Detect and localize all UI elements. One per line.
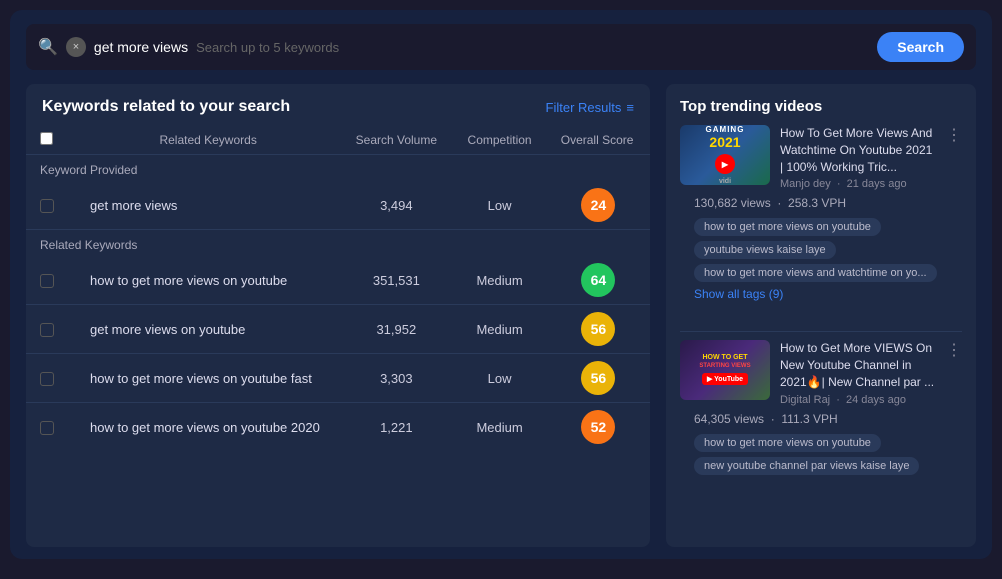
clear-search-button[interactable]: × <box>66 37 86 57</box>
keyword-score: 56 <box>547 354 650 403</box>
filter-icon: ≡ <box>626 100 634 115</box>
section-label: Related Keywords <box>26 230 650 257</box>
section-label-row: Keyword Provided <box>26 155 650 182</box>
row-checkbox[interactable] <box>40 274 54 288</box>
table-row: get more views 3,494 Low 24 <box>26 181 650 230</box>
table-row: how to get more views on youtube fast 3,… <box>26 354 650 403</box>
video-tags: how to get more views on youtube new you… <box>680 434 962 475</box>
row-checkbox[interactable] <box>40 421 54 435</box>
keyword-competition: Medium <box>452 403 546 452</box>
tag-pill[interactable]: how to get more views on youtube <box>694 218 881 236</box>
video-thumbnail: GAMING 2021 ▶ vidi <box>680 125 770 185</box>
main-content: Keywords related to your search Filter R… <box>10 84 992 559</box>
video-thumbnail: HOW TO GET STARTING VIEWS ▶ YouTube <box>680 340 770 400</box>
video-card: HOW TO GET STARTING VIEWS ▶ YouTube How … <box>666 340 976 491</box>
tag-pill[interactable]: new youtube channel par views kaise laye <box>694 457 919 475</box>
table-row: get more views on youtube 31,952 Medium … <box>26 305 650 354</box>
video-title: How to Get More VIEWS On New Youtube Cha… <box>780 340 936 390</box>
score-badge: 52 <box>581 410 615 444</box>
tag-pill[interactable]: youtube views kaise laye <box>694 241 836 259</box>
select-all-checkbox[interactable] <box>40 132 53 145</box>
keyword-name: how to get more views on youtube <box>76 256 340 305</box>
keyword-name: how to get more views on youtube 2020 <box>76 403 340 452</box>
tag-pill[interactable]: how to get more views on youtube <box>694 434 881 452</box>
score-badge: 24 <box>581 188 615 222</box>
keyword-volume: 1,221 <box>340 403 452 452</box>
keyword-name: get more views <box>76 181 340 230</box>
keyword-volume: 351,531 <box>340 256 452 305</box>
show-all-tags-button[interactable]: Show all tags (9) <box>694 287 948 301</box>
score-badge: 64 <box>581 263 615 297</box>
keyword-name: how to get more views on youtube fast <box>76 354 340 403</box>
keyword-competition: Low <box>452 181 546 230</box>
col-header-score: Overall Score <box>547 126 650 155</box>
panel-header: Keywords related to your search Filter R… <box>26 84 650 126</box>
video-tags: how to get more views on youtube youtube… <box>680 218 962 282</box>
video-top: GAMING 2021 ▶ vidi How To Get More Views… <box>680 125 962 190</box>
panel-title: Keywords related to your search <box>42 98 290 116</box>
col-header-keywords: Related Keywords <box>76 126 340 155</box>
tag-pill[interactable]: how to get more views and watchtime on y… <box>694 264 937 282</box>
search-button[interactable]: Search <box>877 32 964 62</box>
video-options-button[interactable]: ⋮ <box>946 125 962 145</box>
video-meta: Digital Raj · 24 days ago <box>780 394 936 406</box>
section-label: Keyword Provided <box>26 155 650 182</box>
keyword-volume: 3,303 <box>340 354 452 403</box>
keyword-competition: Low <box>452 354 546 403</box>
app-container: 🔍 × get more views Search up to 5 keywor… <box>10 10 992 559</box>
keyword-score: 24 <box>547 181 650 230</box>
search-placeholder-text: Search up to 5 keywords <box>196 40 869 55</box>
close-icon: × <box>73 41 79 53</box>
video-info: How to Get More VIEWS On New Youtube Cha… <box>780 340 936 405</box>
keyword-competition: Medium <box>452 256 546 305</box>
video-top: HOW TO GET STARTING VIEWS ▶ YouTube How … <box>680 340 962 405</box>
keywords-table: Related Keywords Search Volume Competiti… <box>26 126 650 451</box>
table-row: how to get more views on youtube 351,531… <box>26 256 650 305</box>
keyword-volume: 3,494 <box>340 181 452 230</box>
thumb-howto-content: HOW TO GET STARTING VIEWS ▶ YouTube <box>680 340 770 400</box>
keyword-competition: Medium <box>452 305 546 354</box>
keyword-volume: 31,952 <box>340 305 452 354</box>
video-meta: Manjo dey · 21 days ago <box>780 178 936 190</box>
score-badge: 56 <box>581 312 615 346</box>
row-checkbox[interactable] <box>40 372 54 386</box>
trending-panel-title: Top trending videos <box>666 84 976 125</box>
table-row: how to get more views on youtube 2020 1,… <box>26 403 650 452</box>
search-icon: 🔍 <box>38 37 58 57</box>
keyword-score: 64 <box>547 256 650 305</box>
score-badge: 56 <box>581 361 615 395</box>
video-options-button[interactable]: ⋮ <box>946 340 962 360</box>
video-stats: 130,682 views · 258.3 VPH <box>694 196 948 218</box>
col-header-volume: Search Volume <box>340 126 452 155</box>
row-checkbox[interactable] <box>40 323 54 337</box>
keyword-score: 52 <box>547 403 650 452</box>
thumb-gaming-content: GAMING 2021 ▶ vidi <box>680 125 770 185</box>
video-title: How To Get More Views And Watchtime On Y… <box>780 125 936 175</box>
video-info: How To Get More Views And Watchtime On Y… <box>780 125 936 190</box>
filter-label: Filter Results <box>546 100 622 115</box>
search-query-text: get more views <box>94 39 188 55</box>
video-stats: 64,305 views · 111.3 VPH <box>694 412 948 434</box>
divider <box>680 331 962 332</box>
video-card: GAMING 2021 ▶ vidi How To Get More Views… <box>666 125 976 323</box>
row-checkbox[interactable] <box>40 199 54 213</box>
keyword-score: 56 <box>547 305 650 354</box>
section-label-row: Related Keywords <box>26 230 650 257</box>
filter-results-button[interactable]: Filter Results ≡ <box>546 100 634 115</box>
trending-videos-panel: Top trending videos GAMING 2021 ▶ vidi H… <box>666 84 976 547</box>
search-bar: 🔍 × get more views Search up to 5 keywor… <box>26 24 976 70</box>
keyword-name: get more views on youtube <box>76 305 340 354</box>
keywords-panel: Keywords related to your search Filter R… <box>26 84 650 547</box>
col-header-competition: Competition <box>452 126 546 155</box>
